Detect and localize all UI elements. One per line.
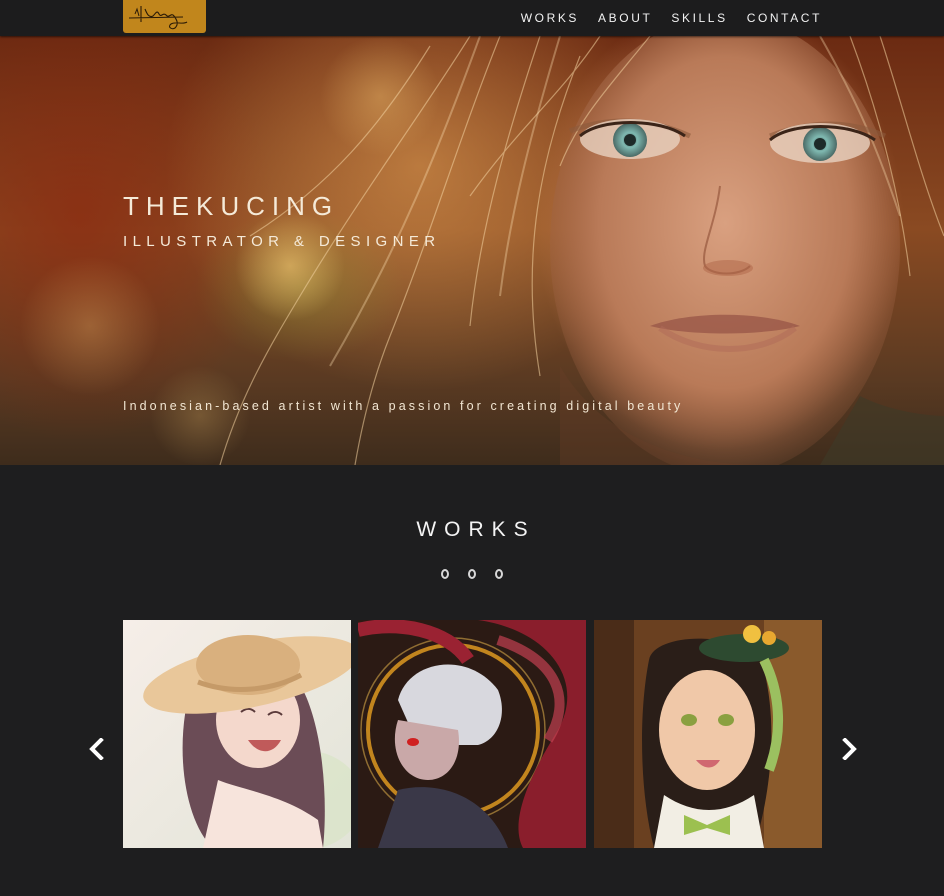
main-nav: WORKS ABOUT SKILLS CONTACT (502, 11, 822, 25)
nav-link-contact[interactable]: CONTACT (747, 11, 822, 25)
work-image-green-bow-girl (594, 620, 822, 848)
hero-subtitle: ILLUSTRATOR & DESIGNER (123, 233, 441, 250)
carousel-prev-button[interactable] (88, 737, 106, 761)
site-logo[interactable] (123, 0, 206, 33)
work-image-winged-character (358, 620, 586, 848)
hero-title: THEKUCING (123, 191, 340, 221)
carousel-next-button[interactable] (840, 737, 858, 761)
logo-signature-icon (128, 6, 188, 30)
nav-link-skills[interactable]: SKILLS (671, 11, 727, 25)
chevron-left-icon (89, 737, 104, 761)
ring-dots-icon (438, 568, 506, 580)
hero-tagline: Indonesian-based artist with a passion f… (123, 399, 684, 413)
works-heading: WORKS (416, 518, 536, 541)
hero-banner: THEKUCING ILLUSTRATOR & DESIGNER Indones… (0, 36, 944, 465)
nav-link-about[interactable]: ABOUT (598, 11, 652, 25)
chevron-right-icon (842, 737, 857, 761)
work-image-straw-hat-girl (123, 620, 351, 848)
nav-link-works[interactable]: WORKS (521, 11, 579, 25)
work-thumbnail-1[interactable] (123, 620, 351, 848)
work-thumbnail-3[interactable] (594, 620, 822, 848)
work-thumbnail-2[interactable] (358, 620, 586, 848)
navbar: WORKS ABOUT SKILLS CONTACT (0, 0, 944, 36)
